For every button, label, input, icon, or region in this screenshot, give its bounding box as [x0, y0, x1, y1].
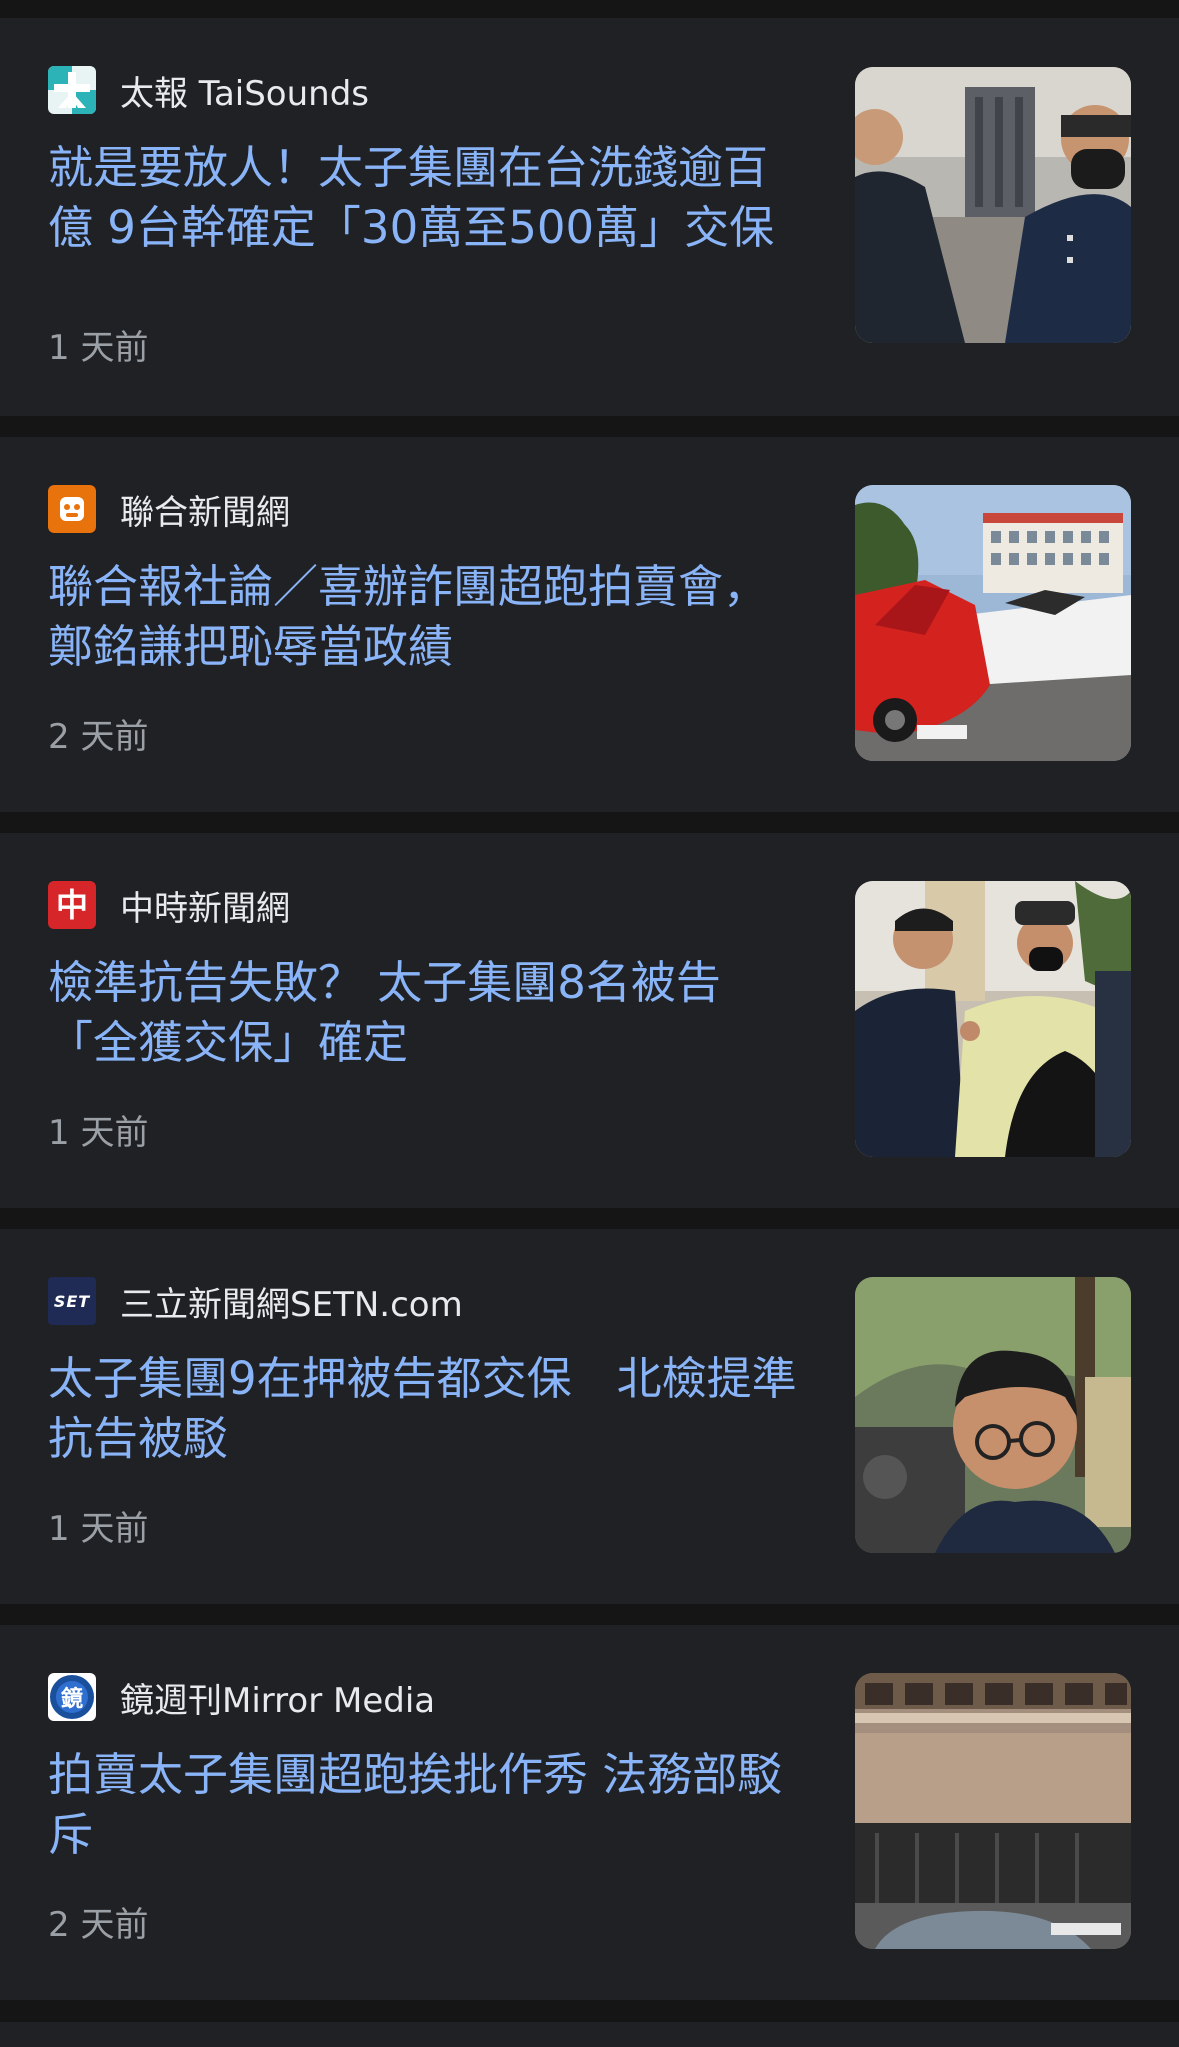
published-time: 1 天前 [48, 328, 149, 368]
headline-link[interactable]: 就是要放人！太子集團在台洗錢逾百億 9台幹確定「30萬至500萬」交保 [48, 138, 808, 258]
source-name: 鏡週刊Mirror Media [120, 1680, 436, 1721]
chinatimes-logo-icon: 中 [48, 881, 96, 929]
mirror-media-logo-icon: 鏡 [48, 1673, 96, 1721]
published-time: 1 天前 [48, 1113, 149, 1153]
headline-link[interactable]: 聯合報社論／喜辦詐團超跑拍賣會，鄭銘謙把恥辱當政績 [48, 557, 808, 677]
news-card[interactable]: 太報 TaiSounds 就是要放人！太子集團在台洗錢逾百億 9台幹確定「30萬… [0, 18, 1179, 416]
news-card[interactable]: 鏡 鏡週刊Mirror Media 拍賣太子集團超跑挨批作秀 法務部駁斥 2 天… [0, 1625, 1179, 2000]
news-card[interactable]: 中 中時新聞網 檢準抗告失敗？ 太子集團8名被告「全獲交保」確定 1 天前 [0, 833, 1179, 1208]
source-name: 中時新聞網 [120, 888, 290, 929]
news-source: 太報 TaiSounds [48, 66, 369, 114]
news-source: 鏡 鏡週刊Mirror Media [48, 1673, 435, 1721]
article-thumbnail[interactable] [855, 1277, 1131, 1553]
headline-link[interactable]: 拍賣太子集團超跑挨批作秀 法務部駁斥 [48, 1745, 808, 1865]
news-feed: 太報 TaiSounds 就是要放人！太子集團在台洗錢逾百億 9台幹確定「30萬… [0, 0, 1179, 2047]
news-source: SET 三立新聞網SETN.com [48, 1277, 463, 1325]
published-time: 2 天前 [48, 717, 149, 757]
udn-logo-icon [48, 485, 96, 533]
article-thumbnail[interactable] [855, 1673, 1131, 1949]
published-time: 1 天前 [48, 1509, 149, 1549]
article-thumbnail[interactable] [855, 881, 1131, 1157]
next-card-edge [0, 2022, 1179, 2047]
article-thumbnail[interactable] [855, 485, 1131, 761]
article-thumbnail[interactable] [855, 67, 1131, 343]
source-name: 聯合新聞網 [120, 492, 290, 533]
headline-link[interactable]: 太子集團9在押被告都交保 北檢提準抗告被駁 [48, 1349, 808, 1469]
published-time: 2 天前 [48, 1905, 149, 1945]
source-name: 太報 TaiSounds [120, 73, 370, 114]
news-source: 中 中時新聞網 [48, 881, 290, 929]
source-name: 三立新聞網SETN.com [120, 1284, 463, 1325]
news-card[interactable]: SET 三立新聞網SETN.com 太子集團9在押被告都交保 北檢提準抗告被駁 … [0, 1229, 1179, 1604]
news-source: 聯合新聞網 [48, 485, 290, 533]
headline-link[interactable]: 檢準抗告失敗？ 太子集團8名被告「全獲交保」確定 [48, 953, 808, 1073]
news-card[interactable]: 聯合新聞網 聯合報社論／喜辦詐團超跑拍賣會，鄭銘謙把恥辱當政績 2 天前 [0, 437, 1179, 812]
taisounds-logo-icon [48, 66, 96, 114]
setn-logo-icon: SET [48, 1277, 96, 1325]
